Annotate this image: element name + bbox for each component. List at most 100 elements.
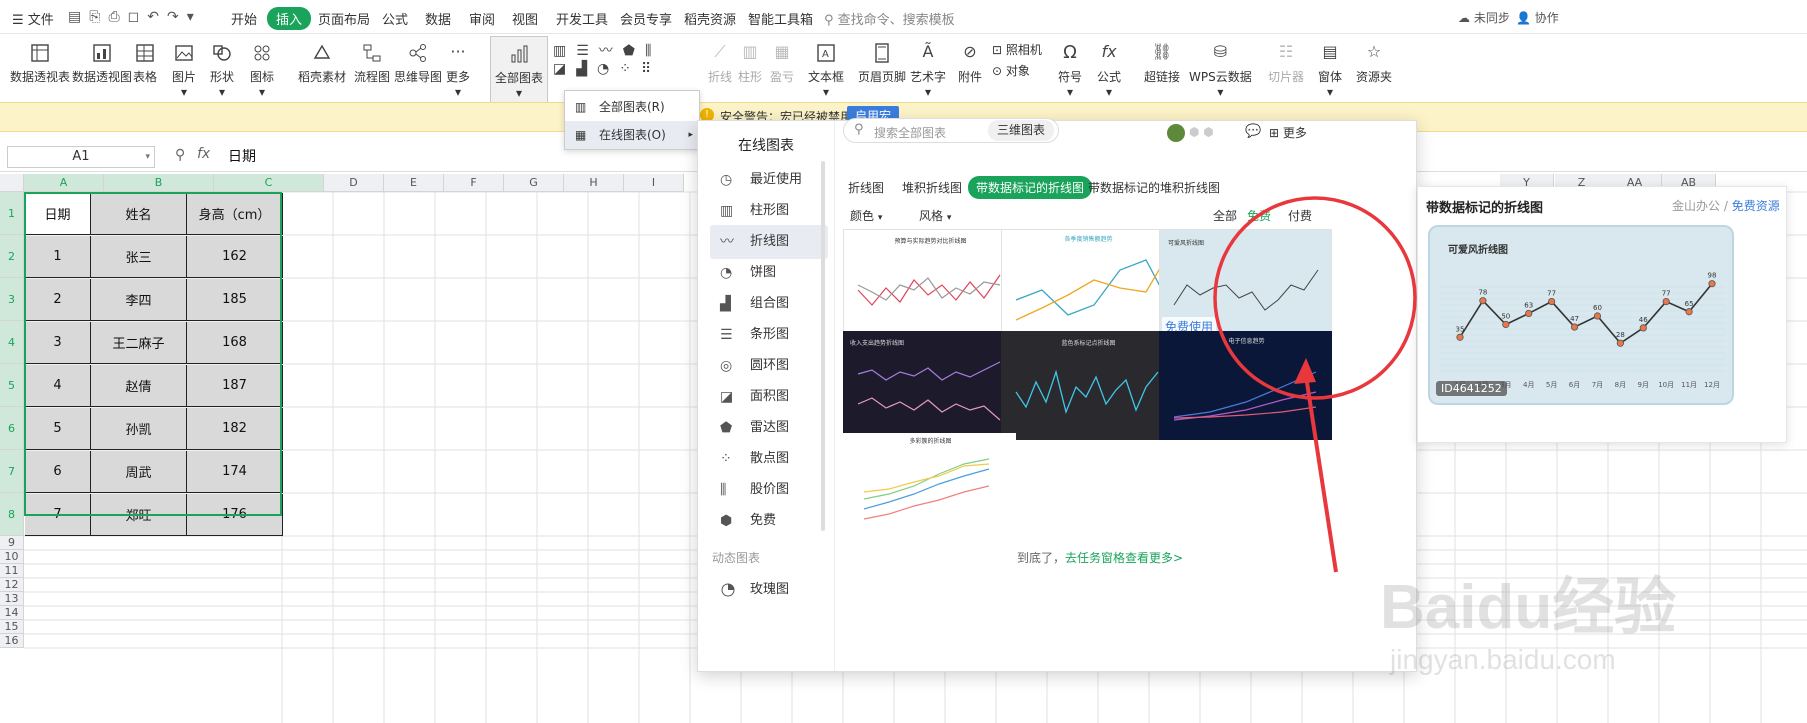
menu-item-online-charts[interactable]: ▦ 在线图表(O) ▸ (565, 121, 699, 149)
symbol-button[interactable]: Ω 符号 ▾ (1058, 42, 1082, 99)
column-header[interactable]: A (24, 174, 104, 192)
table-header-cell[interactable]: 身高（cm） (187, 193, 283, 235)
table-cell[interactable]: 168 (187, 322, 283, 364)
category-item[interactable]: ◔ 饼图 (710, 256, 828, 290)
table-cell[interactable]: 孙凯 (91, 408, 187, 450)
tab-page-layout[interactable]: 页面布局 (318, 9, 370, 28)
slicer-button[interactable]: ☷ 切片器 (1268, 42, 1304, 85)
price-filter-free[interactable]: 免费 (1247, 207, 1271, 224)
export-icon[interactable]: ⎘ (89, 9, 108, 25)
chart-template-card-selected[interactable]: 可爱风折线图 免费使用 (1159, 229, 1332, 338)
chart-template-card[interactable]: 多彩簇的折线图 (843, 433, 1016, 542)
more-button[interactable]: ⊞ 更多 (1269, 124, 1307, 141)
pivot-table-button[interactable]: 数据透视表 (10, 42, 70, 85)
row-header[interactable]: 6 (0, 407, 24, 450)
column-header[interactable]: E (384, 174, 444, 192)
camera-button[interactable]: ⊡ 照相机 (992, 41, 1042, 58)
price-filter-paid[interactable]: 付费 (1288, 207, 1312, 224)
tab-docer[interactable]: 稻壳资源 (684, 9, 736, 28)
category-item[interactable]: ◪ 面积图 (710, 380, 828, 414)
table-cell[interactable]: 174 (187, 451, 283, 493)
category-scrollbar[interactable] (821, 161, 825, 531)
chevron-down-icon[interactable]: ▾ (187, 9, 202, 25)
free-resource-link[interactable]: 免费资源 (1732, 199, 1780, 213)
column-header[interactable]: D (324, 174, 384, 192)
formula-content[interactable]: 日期 (228, 146, 256, 166)
bar-chart-h-icon[interactable]: ☰ (576, 43, 599, 59)
redo-icon[interactable]: ↷ (167, 9, 187, 25)
table-cell[interactable]: 4 (25, 365, 91, 407)
area-chart-icon[interactable]: ◪ (553, 61, 576, 77)
row-header[interactable]: 10 (0, 550, 24, 564)
table-cell[interactable]: 176 (187, 494, 283, 536)
mindmap-button[interactable]: 思维导图 (394, 42, 442, 85)
table-cell[interactable]: 7 (25, 494, 91, 536)
chart-template-card[interactable]: 收入支出趋势折线图 (843, 331, 1016, 440)
more-insert-button[interactable]: ··· 更多 ▾ (446, 42, 470, 99)
resource-folder-button[interactable]: ☆ 资源夹 (1356, 42, 1392, 85)
stock-chart-icon[interactable]: ⫼ (645, 43, 661, 59)
view-more-link[interactable]: 去任务窗格查看更多> (1065, 551, 1183, 565)
category-item[interactable]: ⬢ 免费 (710, 504, 828, 538)
row-header[interactable]: 9 (0, 536, 24, 550)
table-cell[interactable]: 王二麻子 (91, 322, 187, 364)
attachment-button[interactable]: ⊘ 附件 (958, 42, 982, 85)
category-item[interactable]: 〰折线图 (710, 225, 828, 259)
window-form-button[interactable]: ▤ 窗体 ▾ (1318, 42, 1342, 99)
scatter-chart-icon[interactable]: ⁘ (619, 61, 641, 77)
row-header[interactable]: 2 (0, 235, 24, 278)
shape-button[interactable]: 形状 ▾ (210, 42, 234, 99)
category-item[interactable]: ▥ 柱形图 (710, 194, 828, 228)
tab-data[interactable]: 数据 (425, 9, 451, 28)
more-chart-icon[interactable]: ⠿ (641, 61, 661, 77)
category-item[interactable]: ⁘ 散点图 (710, 442, 828, 476)
fx-label[interactable]: fx (197, 146, 210, 162)
zoom-icon[interactable]: ⚲ (175, 147, 185, 163)
table-cell[interactable]: 赵倩 (91, 365, 187, 407)
tab-view[interactable]: 视图 (512, 9, 538, 28)
table-cell[interactable]: 李四 (91, 279, 187, 321)
chart-template-card[interactable]: 蓝色系标记点折线图 (1001, 331, 1174, 440)
pivot-chart-button[interactable]: 数据透视图 (72, 42, 132, 85)
combo-chart-icon[interactable]: ▟ (576, 61, 597, 77)
chart-search-box[interactable]: ⚲ 搜索全部图表 三维图表 (843, 118, 1059, 143)
table-header-cell[interactable]: 姓名 (91, 193, 187, 235)
row-header[interactable]: 15 (0, 620, 24, 634)
table-cell[interactable]: 周武 (91, 451, 187, 493)
object-button[interactable]: ⊙ 对象 (992, 62, 1030, 79)
column-header[interactable]: I (624, 174, 684, 192)
sparkline-line-button[interactable]: ⟋ 折线 (708, 42, 732, 85)
tab-member[interactable]: 会员专享 (620, 9, 672, 28)
column-header[interactable]: B (104, 174, 214, 192)
material-button[interactable]: 稻壳素材 (298, 42, 346, 85)
radar-chart-icon[interactable]: ⬟ (623, 43, 645, 59)
tab-review[interactable]: 审阅 (469, 9, 495, 28)
column-header[interactable]: H (564, 174, 624, 192)
table-cell[interactable]: 3 (25, 322, 91, 364)
table-button[interactable]: 表格 (133, 42, 157, 85)
tab-smart-tools[interactable]: 智能工具箱 (748, 9, 813, 28)
subtab-line[interactable]: 折线图 (848, 179, 884, 196)
row-header[interactable]: 7 (0, 450, 24, 493)
tab-developer[interactable]: 开发工具 (556, 9, 608, 28)
row-header[interactable]: 11 (0, 564, 24, 578)
sync-status[interactable]: ☁ 未同步 (1458, 9, 1510, 26)
undo-icon[interactable]: ↶ (147, 9, 167, 25)
table-header-cell[interactable]: 日期 (25, 193, 91, 235)
flowchart-button[interactable]: 流程图 (354, 42, 390, 85)
line-chart-icon[interactable]: 〰 (599, 43, 623, 59)
tab-insert[interactable]: 插入 (267, 7, 312, 30)
row-header[interactable]: 5 (0, 364, 24, 407)
table-cell[interactable]: 6 (25, 451, 91, 493)
file-menu[interactable]: ☰ 文件 (12, 9, 54, 28)
category-item[interactable]: ◎ 圆环图 (710, 349, 828, 383)
subtab-stacked-line[interactable]: 堆积折线图 (902, 179, 962, 196)
table-cell[interactable]: 郑旺 (91, 494, 187, 536)
style-filter[interactable]: 风格 ▾ (919, 207, 951, 224)
column-header[interactable]: C (214, 174, 324, 192)
collab-button[interactable]: 👤 协作 (1516, 9, 1559, 26)
table-cell[interactable]: 5 (25, 408, 91, 450)
column-chart-icon[interactable]: ▥ (553, 43, 576, 59)
price-filter-all[interactable]: 全部 (1213, 207, 1237, 224)
subtab-line-markers[interactable]: 带数据标记的折线图 (968, 176, 1093, 199)
